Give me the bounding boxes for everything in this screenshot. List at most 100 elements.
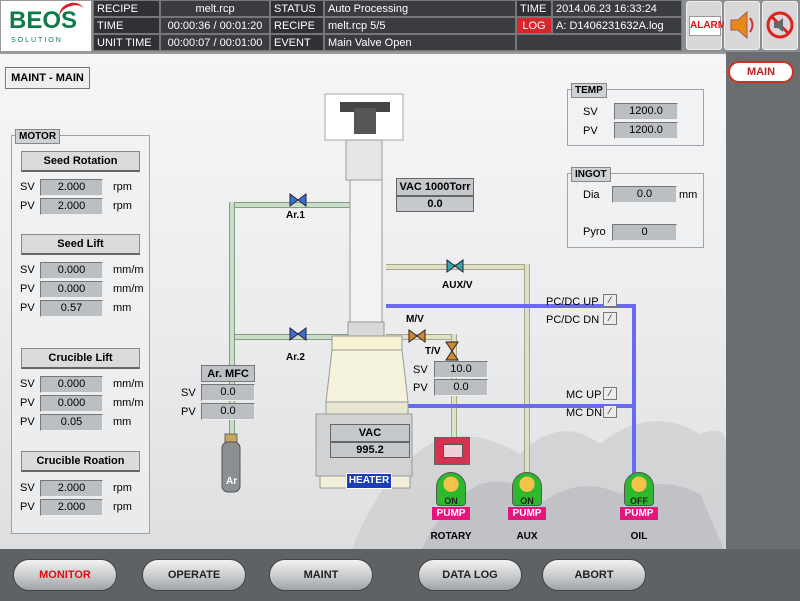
ar2-label: Ar.2 bbox=[286, 352, 305, 363]
crucible-rotation-sv-unit: rpm bbox=[113, 482, 132, 494]
bottom-nav-bar bbox=[0, 549, 800, 601]
crucible-rotation-sv-label: SV bbox=[20, 482, 35, 494]
right-sidebar bbox=[726, 52, 800, 549]
tv-label: T/V bbox=[425, 346, 441, 357]
mc-dn-button[interactable]: ⁄ bbox=[603, 405, 617, 418]
vac-top-label: VAC 1000Torr bbox=[396, 178, 474, 196]
rotary-pump[interactable]: ON PUMP bbox=[432, 472, 470, 524]
nav-datalog-button[interactable]: DATA LOG bbox=[418, 559, 522, 591]
seed-lift-pos-unit: mm bbox=[113, 302, 132, 314]
temp-sv-label: SV bbox=[583, 106, 598, 118]
crucible-lift-sv-label: SV bbox=[20, 378, 35, 390]
mc-up-label: MC UP bbox=[566, 389, 602, 401]
seed-lift-sv-unit: mm/m bbox=[113, 264, 144, 276]
motor-group-label: MOTOR bbox=[15, 129, 61, 144]
auxv-valve-icon[interactable] bbox=[445, 258, 465, 274]
mv-valve-icon[interactable] bbox=[407, 328, 427, 344]
seed-rotation-pv-value: 2.000 bbox=[40, 198, 103, 215]
page-title: MAINT - MAIN bbox=[5, 67, 90, 89]
pcdc-up-label: PC/DC UP bbox=[546, 296, 599, 308]
crucible-rotation-pv-value: 2.000 bbox=[40, 499, 103, 516]
seed-lift-pos-label: PV bbox=[20, 302, 35, 314]
unit-time-value: 00:00:07 / 00:01:00 bbox=[160, 34, 270, 51]
mfc-pv-label: PV bbox=[181, 406, 196, 418]
seed-lift-pv-unit: mm/m bbox=[113, 283, 144, 295]
status-label: STATUS bbox=[270, 0, 324, 17]
mute-button[interactable] bbox=[762, 1, 798, 50]
header-bar: BEOS SOLUTION RECIPE melt.rcp TIME 00:00… bbox=[0, 0, 800, 52]
vac-bottom-value: 995.2 bbox=[330, 442, 410, 458]
mute-icon bbox=[766, 11, 794, 39]
pcdc-up-button[interactable]: ⁄ bbox=[603, 294, 617, 307]
ar-main-pipe bbox=[229, 202, 235, 340]
nav-operate-button[interactable]: OPERATE bbox=[142, 559, 246, 591]
temp-sv-value: 1200.0 bbox=[614, 103, 678, 120]
crucible-lift-pv-value: 0.000 bbox=[40, 395, 103, 412]
seed-rotation-header: Seed Rotation bbox=[21, 151, 140, 172]
main-panel: MAINT - MAIN MOTOR Seed Rotation SV 2.00… bbox=[0, 52, 726, 549]
time-value: 00:00:36 / 00:01:20 bbox=[160, 17, 270, 34]
temp-pv-label: PV bbox=[583, 125, 598, 137]
oil-pump[interactable]: OFF PUMP bbox=[620, 472, 658, 524]
vac-bottom-label: VAC 1000mTorr bbox=[330, 424, 410, 456]
alarm-button[interactable]: ALARM bbox=[686, 1, 726, 50]
recipe-label: RECIPE bbox=[93, 0, 160, 17]
mfc-pv-value: 0.0 bbox=[201, 403, 255, 420]
seed-lift-pos-value: 0.57 bbox=[40, 300, 103, 317]
clock-label: TIME bbox=[516, 0, 552, 17]
crucible-rotation-header: Crucible Roation bbox=[21, 451, 140, 472]
logo-subtext: SOLUTION bbox=[11, 37, 63, 44]
aux-pump[interactable]: ON PUMP bbox=[508, 472, 546, 524]
main-button[interactable]: MAIN bbox=[728, 61, 794, 83]
nav-abort-button[interactable]: ABORT bbox=[542, 559, 646, 591]
ingot-dia-unit: mm bbox=[679, 189, 698, 201]
seed-lift-sv-value: 0.000 bbox=[40, 262, 103, 279]
crucible-lift-pos-value: 0.05 bbox=[40, 414, 103, 431]
argon-cylinder-label: Ar bbox=[226, 476, 238, 487]
pcdc-dn-button[interactable]: ⁄ bbox=[603, 312, 617, 325]
crucible-rotation-pv-label: PV bbox=[20, 501, 35, 513]
seed-rotation-sv-value: 2.000 bbox=[40, 179, 103, 196]
mc-dn-label: MC DN bbox=[566, 407, 603, 419]
nav-monitor-button[interactable]: MONITOR bbox=[13, 559, 117, 591]
auxv-label: AUX/V bbox=[442, 280, 473, 291]
seed-lift-pv-label: PV bbox=[20, 283, 35, 295]
crucible-rotation-sv-value: 2.000 bbox=[40, 480, 103, 497]
rotary-pump-name: ROTARY bbox=[430, 531, 472, 542]
aux-down-pipe bbox=[524, 264, 530, 474]
ingot-dia-value: 0.0 bbox=[612, 186, 677, 203]
ingot-pyro-value: 0 bbox=[612, 224, 677, 241]
crucible-lift-header: Crucible Lift bbox=[21, 348, 140, 369]
nav-maint-button[interactable]: MAINT bbox=[269, 559, 373, 591]
mfc-sv-label: SV bbox=[181, 387, 196, 399]
event-value: Main Valve Open bbox=[324, 34, 516, 51]
ar1-label: Ar.1 bbox=[286, 210, 305, 221]
tv-valve-icon[interactable] bbox=[444, 340, 460, 362]
temp-group-label: TEMP bbox=[571, 83, 607, 98]
crucible-lift-pos-unit: mm bbox=[113, 416, 132, 428]
pcdc-dn-label: PC/DC DN bbox=[546, 314, 600, 326]
heater-indicator[interactable]: HEATER bbox=[346, 473, 392, 489]
recipe2-label: RECIPE bbox=[270, 17, 324, 34]
vac-top-value: 0.0 bbox=[396, 196, 474, 212]
speaker-button[interactable] bbox=[724, 1, 760, 50]
speaker-icon bbox=[730, 10, 754, 40]
seed-rotation-sv-unit: rpm bbox=[113, 181, 132, 193]
crucible-lift-sv-unit: mm/m bbox=[113, 378, 144, 390]
logo-text: BEOS bbox=[9, 7, 78, 34]
crucible-lift-pv-unit: mm/m bbox=[113, 397, 144, 409]
ar2-valve-icon[interactable] bbox=[288, 326, 308, 342]
alarm-label: ALARM bbox=[689, 16, 726, 36]
oil-pump-label: PUMP bbox=[620, 507, 658, 520]
aux-pump-name: AUX bbox=[516, 531, 538, 542]
ar1-valve-icon[interactable] bbox=[288, 192, 308, 208]
status-value: Auto Processing bbox=[324, 0, 516, 17]
rotary-pump-label: PUMP bbox=[432, 507, 470, 520]
crucible-lift-pv-label: PV bbox=[20, 397, 35, 409]
crucible-lift-pos-label: PV bbox=[20, 416, 35, 428]
tv-sv-label: SV bbox=[413, 364, 428, 376]
mc-up-button[interactable]: ⁄ bbox=[603, 387, 617, 400]
log-button[interactable]: LOG bbox=[516, 17, 552, 34]
seed-lift-header: Seed Lift bbox=[21, 234, 140, 255]
crucible-rotation-pv-unit: rpm bbox=[113, 501, 132, 513]
